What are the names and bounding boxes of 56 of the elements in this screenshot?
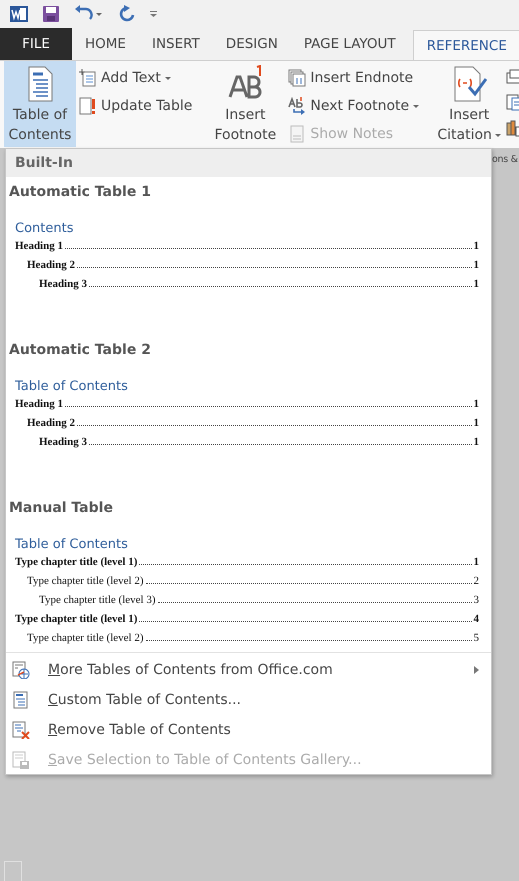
notes-page-icon	[288, 125, 306, 143]
gallery-item[interactable]: Manual Table Table of Contents Type chapter title (level 1) 1 Type chapter title (level 2) 2 Type chapter title (level 3) 3 Type chapter title (level 1) 4 Type chapter title (level 2) 5	[6, 493, 491, 651]
toc-entry: Type chapter title (level 1) 4	[15, 613, 479, 627]
toc-entry: Heading 2 1	[26, 259, 479, 273]
ribbon-tab[interactable]: DESIGN	[212, 28, 291, 60]
toc-entry: Heading 3 1	[38, 436, 479, 450]
insert-footnote-button[interactable]: Insert Footnote	[205, 61, 286, 147]
gallery-item[interactable]: Automatic Table 1 Contents Heading 1 1 Heading 2 1 Heading 3 1	[6, 177, 491, 335]
menu-item[interactable]: Custom Table of Contents...	[6, 685, 491, 715]
globe-document-icon	[12, 661, 30, 679]
page-thumbnail	[4, 861, 22, 881]
redo-icon[interactable]	[118, 5, 136, 23]
toc-entry: Heading 2 1	[26, 417, 479, 431]
toc-heading: Table of Contents	[15, 537, 129, 554]
ribbon-button[interactable]: Update Table	[76, 93, 196, 119]
ribbon-tab[interactable]: REFERENCE	[412, 30, 519, 60]
menu-item[interactable]: More Tables of Contents from Office.com	[6, 655, 491, 685]
toc-entry: Type chapter title (level 1) 1	[15, 556, 479, 570]
style-icon[interactable]	[506, 93, 519, 111]
word-logo-icon[interactable]	[10, 5, 28, 23]
books-icon[interactable]	[506, 119, 519, 137]
toc-entry: Heading 1 1	[15, 240, 479, 254]
document-list-icon	[12, 691, 30, 709]
ribbon-tab[interactable]: HOME	[72, 28, 139, 60]
save-icon[interactable]	[42, 5, 60, 23]
manage-sources-icon[interactable]	[506, 67, 519, 85]
document-delete-icon	[12, 721, 30, 739]
stacked-pages-icon	[288, 69, 306, 87]
toc-entry: Type chapter title (level 2) 2	[26, 575, 479, 589]
gallery-title: Manual Table	[9, 499, 114, 518]
document-alert-icon	[79, 97, 97, 115]
group-label: ons &	[492, 154, 518, 165]
ribbon-button[interactable]: Add Text	[76, 65, 196, 91]
gallery-title: Automatic Table 2	[9, 341, 152, 360]
menu-item[interactable]: Remove Table of Contents	[6, 715, 491, 745]
ribbon-tab[interactable]: PAGE LAYOUT	[290, 28, 409, 60]
toc-entry: Type chapter title (level 2) 5	[26, 632, 479, 646]
ribbon-button[interactable]: Next Footnote	[285, 93, 422, 119]
document-save-icon	[12, 751, 30, 769]
table-of-contents-button[interactable]: Table of Contents	[4, 61, 76, 147]
ribbon-tab[interactable]: INSERT	[138, 28, 213, 60]
toc-entry: Type chapter title (level 3) 3	[38, 594, 479, 608]
section-header: Built-In	[6, 149, 491, 177]
file-tab[interactable]: FILE	[0, 28, 72, 60]
ribbon-button[interactable]: Insert Endnote	[285, 65, 422, 91]
add-text-icon	[79, 69, 97, 87]
toc-heading: Table of Contents	[15, 379, 129, 396]
next-footnote-icon	[288, 97, 306, 115]
gallery-title: Automatic Table 1	[9, 183, 152, 202]
toc-heading: Contents	[15, 221, 74, 238]
toc-entry: Heading 1 1	[15, 398, 479, 412]
gallery-item[interactable]: Automatic Table 2 Table of Contents Heading 1 1 Heading 2 1 Heading 3 1	[6, 335, 491, 493]
toc-entry: Heading 3 1	[38, 278, 479, 292]
caret-icon	[494, 134, 501, 137]
customize-icon[interactable]	[150, 10, 158, 18]
insert-citation-button[interactable]: Insert Citation	[434, 61, 504, 147]
